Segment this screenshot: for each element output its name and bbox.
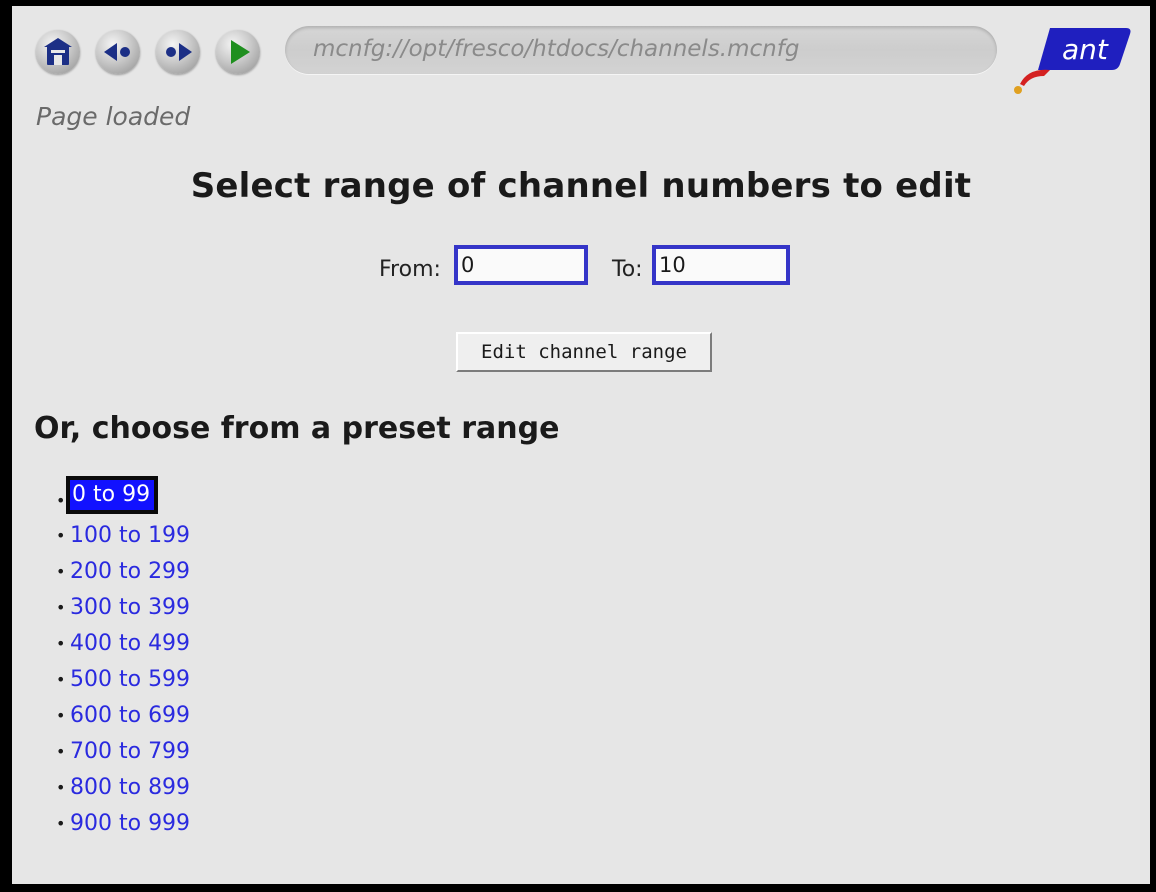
go-icon — [231, 40, 250, 64]
bullet-icon: • — [56, 814, 66, 833]
bullet-icon: • — [56, 742, 66, 761]
page-title: Select range of channel numbers to edit — [190, 166, 972, 206]
preset-link-900-999[interactable]: 900 to 999 — [70, 811, 190, 836]
bullet-icon: • — [56, 670, 66, 689]
preset-link-500-599[interactable]: 500 to 599 — [70, 667, 190, 692]
preset-link-0-99[interactable]: 0 to 99 — [66, 476, 159, 514]
address-bar[interactable]: mcnfg://opt/fresco/htdocs/channels.mcnfg — [285, 26, 997, 74]
preset-link-600-699[interactable]: 600 to 699 — [70, 703, 190, 728]
bullet-icon: • — [56, 598, 66, 617]
to-input[interactable] — [652, 245, 790, 285]
home-icon — [44, 38, 72, 65]
preset-link-800-899[interactable]: 800 to 899 — [70, 775, 190, 800]
back-icon — [104, 43, 130, 61]
preset-link-700-799[interactable]: 700 to 799 — [70, 739, 190, 764]
bullet-icon: • — [56, 634, 66, 653]
to-label: To: — [612, 257, 643, 282]
preset-link-200-299[interactable]: 200 to 299 — [70, 559, 190, 584]
browser-screen: mcnfg://opt/fresco/htdocs/channels.mcnfg… — [12, 6, 1150, 884]
from-label: From: — [379, 257, 441, 282]
bullet-icon: • — [56, 562, 66, 581]
forward-button[interactable] — [156, 30, 200, 74]
preset-link-400-499[interactable]: 400 to 499 — [70, 631, 190, 656]
list-item: • 700 to 799 — [56, 734, 190, 770]
from-input[interactable] — [454, 245, 588, 285]
list-item: • 600 to 699 — [56, 698, 190, 734]
preset-heading: Or, choose from a preset range — [34, 411, 560, 446]
list-item: • 100 to 199 — [56, 518, 190, 554]
home-button[interactable] — [36, 30, 80, 74]
list-item: • 800 to 899 — [56, 770, 190, 806]
bullet-icon: • — [56, 778, 66, 797]
edit-channel-range-button[interactable]: Edit channel range — [456, 332, 712, 372]
list-item: • 200 to 299 — [56, 554, 190, 590]
address-text: mcnfg://opt/fresco/htdocs/channels.mcnfg — [313, 36, 800, 62]
list-item: • 500 to 599 — [56, 662, 190, 698]
list-item: • 300 to 399 — [56, 590, 190, 626]
preset-link-300-399[interactable]: 300 to 399 — [70, 595, 190, 620]
list-item: • 0 to 99 — [56, 476, 190, 518]
back-button[interactable] — [96, 30, 140, 74]
list-item: • 400 to 499 — [56, 626, 190, 662]
list-item: • 900 to 999 — [56, 806, 190, 842]
bullet-icon: • — [56, 706, 66, 725]
go-button[interactable] — [216, 30, 260, 74]
forward-icon — [166, 43, 192, 61]
bullet-icon: • — [56, 526, 66, 545]
ant-logo: ant — [1014, 28, 1131, 94]
status-text: Page loaded — [36, 102, 191, 131]
preset-list: • 0 to 99 • 100 to 199 • 200 to 299 • 300 to… — [56, 476, 190, 842]
logo-text: ant — [1062, 33, 1109, 66]
preset-link-100-199[interactable]: 100 to 199 — [70, 523, 190, 548]
